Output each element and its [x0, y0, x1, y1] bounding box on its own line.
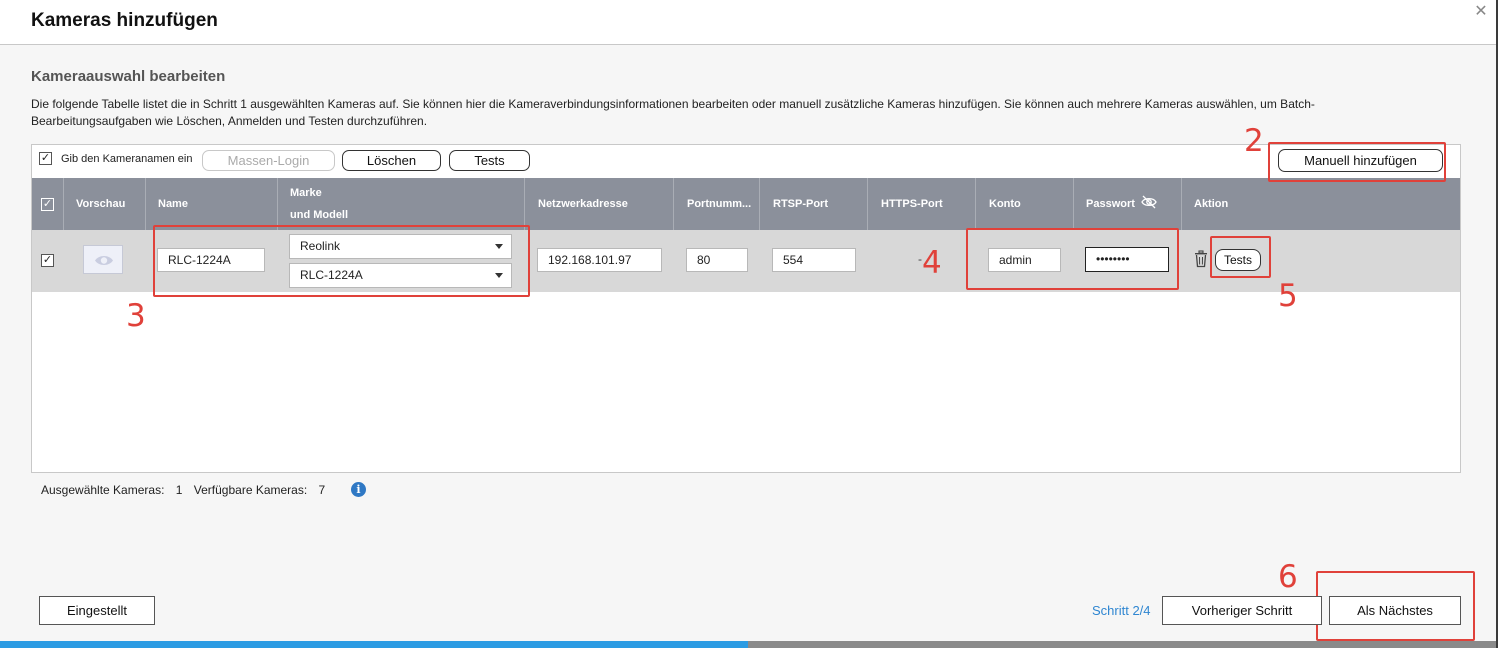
- port-input[interactable]: 80: [686, 248, 748, 272]
- batch-login-button[interactable]: Massen-Login: [202, 150, 335, 171]
- eye-icon: [95, 256, 113, 265]
- camera-preview[interactable]: [83, 245, 123, 274]
- available-cameras-label: Verfügbare Kameras:: [193, 483, 308, 497]
- row-checkbox[interactable]: ✓: [41, 254, 54, 267]
- column-header-action[interactable]: Aktion: [1194, 178, 1228, 230]
- batch-test-button[interactable]: Tests: [449, 150, 530, 171]
- dialog-title: Kameras hinzufügen: [31, 10, 218, 31]
- column-separator: [1073, 178, 1074, 230]
- annotation-box-5: [1210, 236, 1271, 278]
- column-header-password-label: Passwort: [1086, 198, 1135, 210]
- section-title: Kameraauswahl bearbeiten: [31, 68, 226, 85]
- available-cameras-count: 7: [318, 483, 326, 497]
- column-header-rtsp[interactable]: RTSP-Port: [773, 178, 828, 230]
- annotation-number-4: 4: [922, 245, 942, 281]
- section-description: Die folgende Tabelle listet die in Schri…: [31, 97, 1315, 128]
- column-separator: [524, 178, 525, 230]
- network-address-input[interactable]: 192.168.101.97: [537, 248, 662, 272]
- column-header-account[interactable]: Konto: [989, 178, 1021, 230]
- annotation-box-3: [153, 225, 530, 297]
- previous-step-button[interactable]: Vorheriger Schritt: [1162, 596, 1322, 625]
- selected-cameras-label: Ausgewählte Kameras:: [41, 483, 165, 497]
- annotation-box-4: [966, 228, 1179, 290]
- column-header-https[interactable]: HTTPS-Port: [881, 178, 943, 230]
- trash-icon[interactable]: [1193, 250, 1209, 268]
- progress-fill: [0, 641, 748, 648]
- annotation-box-2: [1268, 142, 1446, 182]
- column-separator: [673, 178, 674, 230]
- column-header-name[interactable]: Name: [158, 178, 188, 230]
- column-header-port[interactable]: Portnumm...: [687, 178, 751, 230]
- column-separator: [277, 178, 278, 230]
- eye-off-icon[interactable]: [1141, 195, 1157, 209]
- column-separator: [63, 178, 64, 230]
- settings-button[interactable]: Eingestellt: [39, 596, 155, 625]
- selected-cameras-count: 1: [175, 483, 183, 497]
- column-header-network[interactable]: Netzwerkadresse: [538, 178, 628, 230]
- enter-camera-name-checkbox[interactable]: ✓: [39, 152, 52, 165]
- column-separator: [867, 178, 868, 230]
- column-header-brand-line1: Marke: [290, 187, 322, 199]
- column-header-brand-model[interactable]: Marke und Modell: [290, 178, 348, 230]
- column-separator: [1181, 178, 1182, 230]
- step-indicator: Schritt 2/4: [1092, 603, 1151, 618]
- select-all-checkbox[interactable]: ✓: [41, 198, 54, 211]
- delete-button[interactable]: Löschen: [342, 150, 441, 171]
- annotation-number-2: 2: [1244, 123, 1264, 159]
- camera-count-info: Ausgewählte Kameras: 1 Verfügbare Kamera…: [41, 483, 329, 497]
- dialog-title-bar: [0, 0, 1496, 45]
- info-icon[interactable]: i: [351, 482, 366, 497]
- column-separator: [145, 178, 146, 230]
- enter-camera-name-label: Gib den Kameranamen ein: [61, 153, 193, 165]
- column-header-preview[interactable]: Vorschau: [76, 178, 125, 230]
- next-button[interactable]: Als Nächstes: [1329, 596, 1461, 625]
- annotation-number-3: 3: [126, 298, 146, 334]
- annotation-number-6: 6: [1278, 559, 1298, 595]
- annotation-number-5: 5: [1278, 278, 1298, 314]
- column-separator: [975, 178, 976, 230]
- column-header-password[interactable]: Passwort: [1086, 178, 1157, 230]
- rtsp-port-input[interactable]: 554: [772, 248, 856, 272]
- close-icon[interactable]: ✕: [1472, 3, 1490, 21]
- column-separator: [759, 178, 760, 230]
- column-header-brand-line2: und Modell: [290, 209, 349, 221]
